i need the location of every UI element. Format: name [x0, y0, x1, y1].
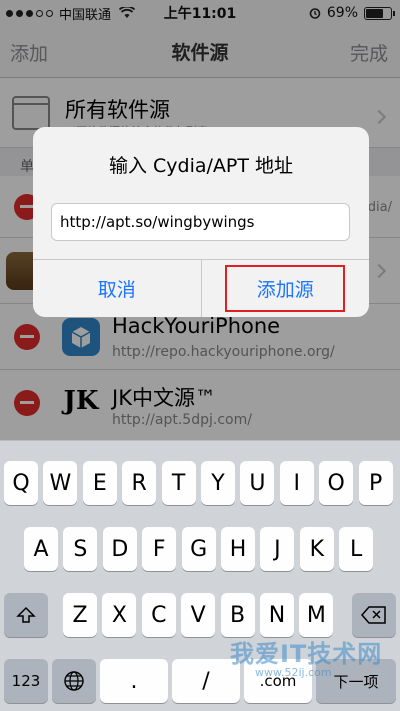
key-o[interactable]: O — [319, 461, 354, 505]
key-p[interactable]: P — [358, 461, 393, 505]
key-x[interactable]: X — [102, 593, 137, 637]
alert-buttons: 取消 添加源 — [33, 259, 369, 317]
delete-key[interactable] — [352, 593, 396, 637]
numbers-key[interactable]: 123 — [4, 659, 48, 703]
dot-key[interactable]: . — [100, 659, 168, 703]
key-q[interactable]: Q — [4, 461, 38, 505]
key-b[interactable]: B — [220, 593, 255, 637]
alert-title: 输入 Cydia/APT 地址 — [108, 155, 294, 177]
keyboard: Q W E R T Y U I O P A S D F G H J K L Z X C V B N M 123. / .com 下一项 — [0, 440, 400, 711]
key-u[interactable]: U — [240, 461, 275, 505]
highlight-box — [224, 265, 345, 312]
globe-icon — [64, 671, 84, 691]
next-key[interactable]: 下一项 — [316, 659, 396, 703]
slash-key[interactable]: / — [172, 659, 240, 703]
shift-icon — [16, 606, 36, 623]
key-f[interactable]: F — [142, 527, 177, 571]
delete-icon — [361, 606, 386, 624]
key-w[interactable]: W — [43, 461, 78, 505]
key-h[interactable]: H — [221, 527, 255, 571]
add-source-button[interactable]: 添加源 — [200, 260, 370, 317]
key-m[interactable]: M — [299, 593, 334, 637]
cancel-label: 取消 — [97, 279, 136, 301]
key-d[interactable]: D — [102, 527, 137, 571]
key-v[interactable]: V — [181, 593, 216, 637]
globe-key[interactable] — [52, 659, 96, 703]
cancel-button[interactable]: 取消 — [33, 260, 201, 317]
dotcom-key[interactable]: .com — [244, 659, 312, 703]
key-i[interactable]: I — [279, 461, 314, 505]
key-e[interactable]: E — [82, 461, 117, 505]
key-z[interactable]: Z — [63, 593, 97, 637]
key-s[interactable]: S — [63, 527, 98, 571]
key-g[interactable]: G — [181, 527, 216, 571]
key-t[interactable]: T — [161, 461, 196, 505]
key-c[interactable]: C — [141, 593, 176, 637]
key-r[interactable]: R — [122, 461, 157, 505]
key-k[interactable]: K — [299, 527, 334, 571]
source-url-input[interactable] — [51, 203, 350, 241]
add-source-alert: 输入 Cydia/APT 地址 取消 添加源 — [33, 127, 369, 317]
shift-key[interactable] — [4, 593, 48, 637]
key-l[interactable]: L — [339, 527, 374, 571]
key-a[interactable]: A — [24, 527, 58, 571]
key-n[interactable]: N — [260, 593, 294, 637]
key-j[interactable]: J — [260, 527, 295, 571]
key-y[interactable]: Y — [201, 461, 235, 505]
